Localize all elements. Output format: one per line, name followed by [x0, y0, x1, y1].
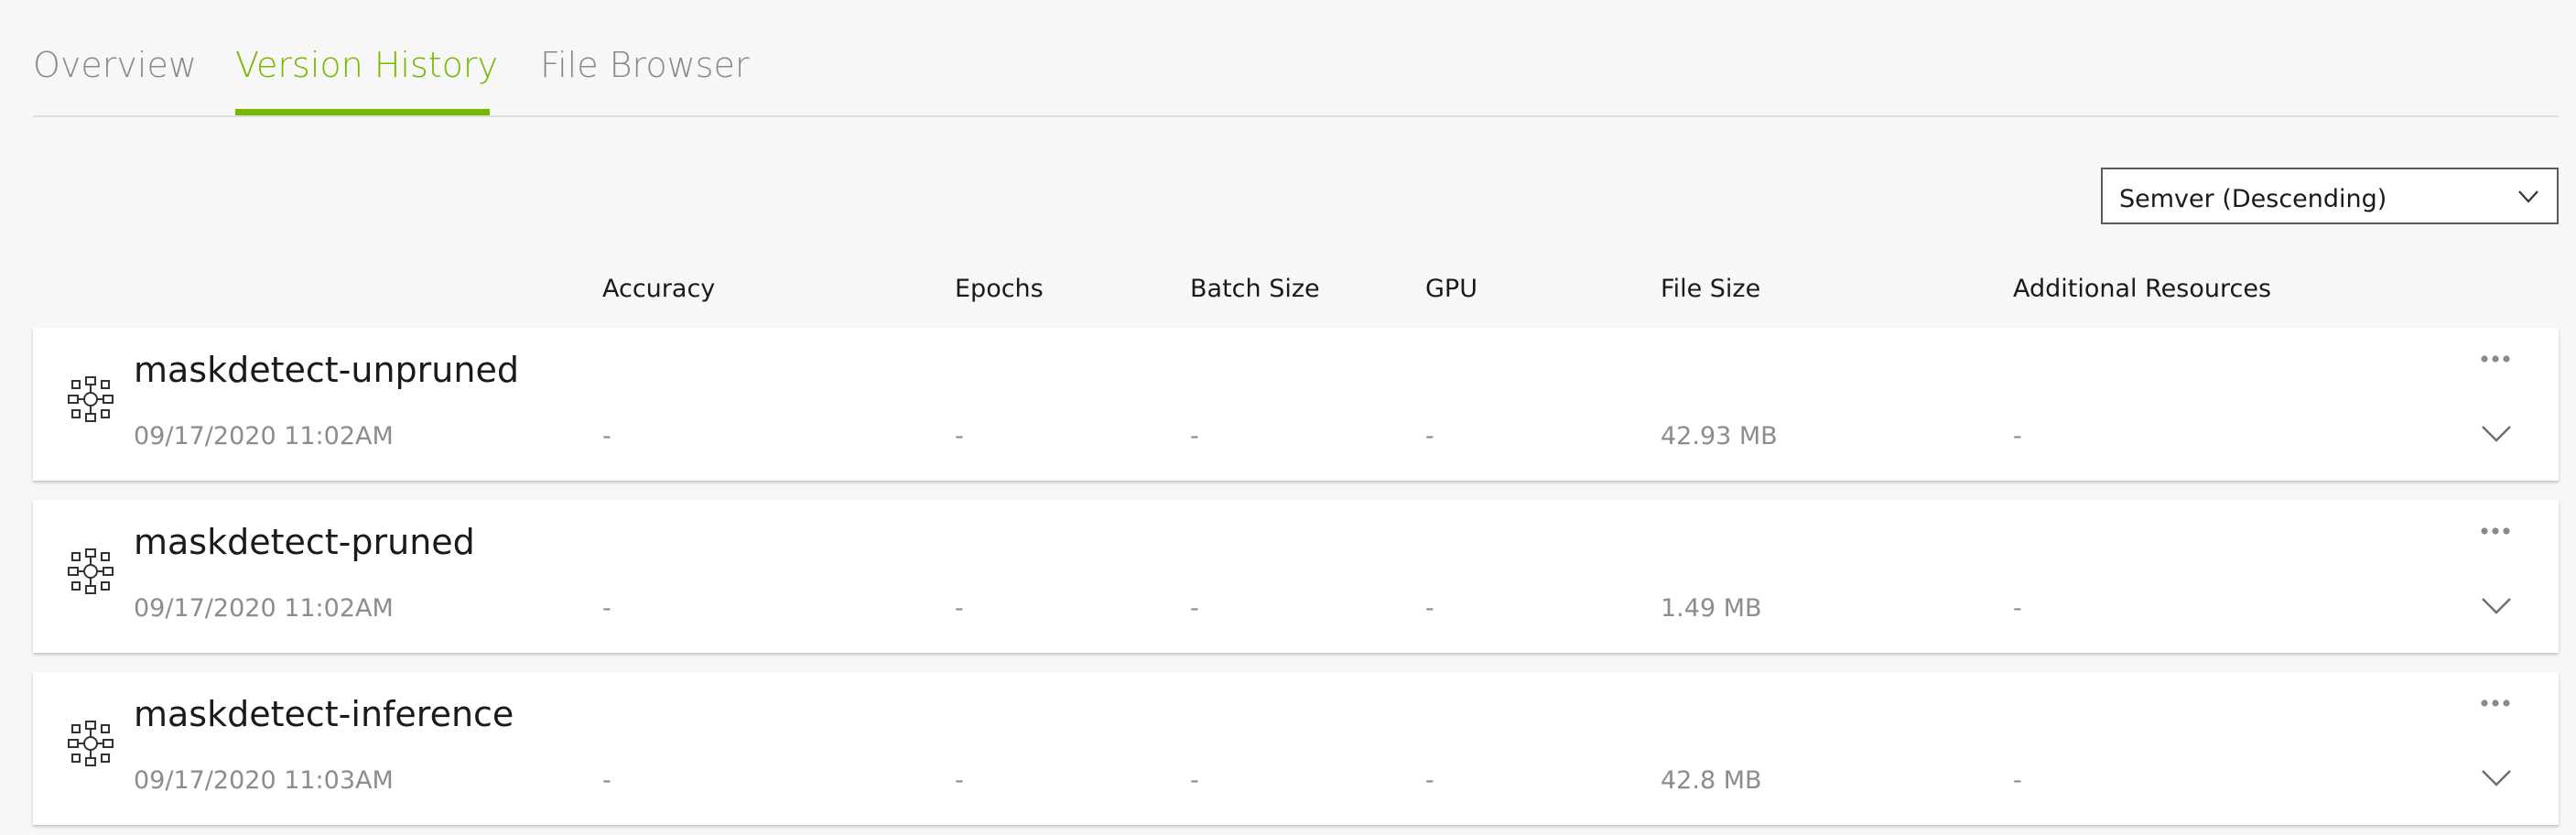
model-network-icon: [68, 548, 114, 594]
version-name[interactable]: maskdetect-inference: [134, 694, 514, 734]
cell-file-size: 42.8 MB: [1661, 766, 1762, 795]
version-name[interactable]: maskdetect-pruned: [134, 522, 475, 562]
column-header-gpu: GPU: [1425, 275, 1477, 303]
cell-additional-resources: -: [2013, 422, 2022, 450]
column-header-accuracy: Accuracy: [602, 275, 716, 303]
cell-epochs: -: [955, 422, 964, 450]
cell-additional-resources: -: [2013, 766, 2022, 795]
version-date: 09/17/2020 11:02AM: [134, 594, 394, 623]
cell-epochs: -: [955, 594, 964, 623]
chevron-down-icon[interactable]: [2480, 589, 2513, 622]
cell-epochs: -: [955, 766, 964, 795]
more-options-icon[interactable]: [2477, 348, 2514, 370]
version-card[interactable]: maskdetect-inference 09/17/2020 11:03AM …: [33, 672, 2559, 825]
version-name[interactable]: maskdetect-unpruned: [134, 350, 519, 390]
cell-batch-size: -: [1190, 422, 1199, 450]
cell-accuracy: -: [602, 766, 612, 795]
chevron-down-icon[interactable]: [2480, 761, 2513, 794]
more-options-icon[interactable]: [2477, 692, 2514, 714]
tab-overview[interactable]: Overview: [33, 48, 197, 82]
cell-accuracy: -: [602, 594, 612, 623]
column-header-file-size: File Size: [1661, 275, 1761, 303]
column-header-additional-resources: Additional Resources: [2013, 275, 2272, 303]
sort-dropdown-value: Semver (Descending): [2119, 185, 2387, 213]
cell-batch-size: -: [1190, 594, 1199, 623]
column-header-batch-size: Batch Size: [1190, 275, 1320, 303]
cell-accuracy: -: [602, 422, 612, 450]
cell-batch-size: -: [1190, 766, 1199, 795]
tab-bar: Overview Version History File Browser: [33, 0, 2559, 117]
version-card[interactable]: maskdetect-unpruned 09/17/2020 11:02AM -…: [33, 328, 2559, 481]
tab-file-browser[interactable]: File Browser: [540, 48, 749, 82]
column-header-epochs: Epochs: [955, 275, 1044, 303]
more-options-icon[interactable]: [2477, 520, 2514, 542]
chevron-down-icon: [2518, 190, 2538, 203]
cell-file-size: 42.93 MB: [1661, 422, 1778, 450]
cell-gpu: -: [1425, 422, 1434, 450]
cell-gpu: -: [1425, 766, 1434, 795]
model-network-icon: [68, 376, 114, 422]
cell-file-size: 1.49 MB: [1661, 594, 1762, 623]
chevron-down-icon[interactable]: [2480, 417, 2513, 450]
model-network-icon: [68, 721, 114, 766]
tab-version-history[interactable]: Version History: [235, 48, 498, 82]
cell-additional-resources: -: [2013, 594, 2022, 623]
sort-dropdown[interactable]: Semver (Descending): [2101, 168, 2559, 224]
version-date: 09/17/2020 11:02AM: [134, 422, 394, 450]
version-card[interactable]: maskdetect-pruned 09/17/2020 11:02AM - -…: [33, 500, 2559, 653]
active-tab-indicator: [235, 109, 490, 115]
cell-gpu: -: [1425, 594, 1434, 623]
version-date: 09/17/2020 11:03AM: [134, 766, 394, 795]
